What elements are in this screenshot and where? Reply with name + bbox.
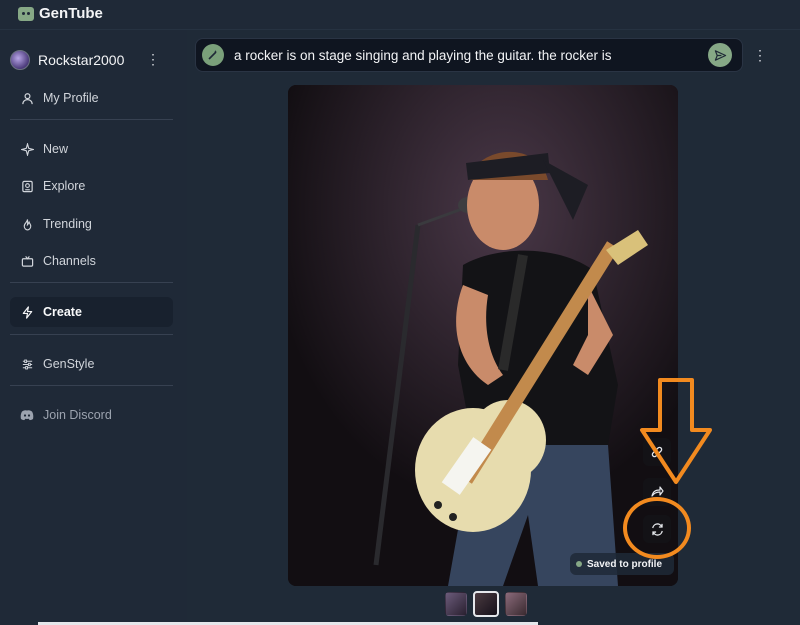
status-dot xyxy=(576,561,582,567)
thumbnail[interactable] xyxy=(505,592,527,616)
thumbnail[interactable] xyxy=(445,592,467,616)
sidebar-item-trending[interactable]: Trending xyxy=(10,209,173,239)
sidebar-item-label: My Profile xyxy=(43,91,99,105)
explore-icon xyxy=(20,179,34,193)
send-icon[interactable] xyxy=(708,43,732,67)
sidebar-item-channels[interactable]: Channels xyxy=(10,246,173,276)
sidebar-item-label: New xyxy=(43,142,69,156)
sidebar-item-explore[interactable]: Explore xyxy=(10,171,173,201)
discord-icon xyxy=(20,408,34,422)
saved-label: Saved to profile xyxy=(587,558,663,570)
sidebar-divider xyxy=(10,119,173,120)
avatar[interactable] xyxy=(10,50,30,70)
sidebar-item-my-profile[interactable]: My Profile xyxy=(10,83,173,113)
tv-icon xyxy=(20,254,34,268)
user-menu[interactable]: Rockstar2000 ⋮ xyxy=(10,48,170,72)
sidebar-item-new[interactable]: New xyxy=(10,134,173,164)
sidebar-item-label: Trending xyxy=(43,217,92,231)
main-content: a rocker is on stage singing and playing… xyxy=(187,30,800,625)
annotation-arrow-icon xyxy=(640,378,712,484)
sidebar-divider xyxy=(10,334,173,335)
sidebar-divider xyxy=(10,282,173,283)
user-options-icon[interactable]: ⋮ xyxy=(146,51,160,67)
app-name: GenTube xyxy=(39,5,103,22)
username: Rockstar2000 xyxy=(38,52,125,68)
thumbnail-strip xyxy=(445,591,527,617)
annotation-circle xyxy=(623,497,691,559)
more-options-icon[interactable]: ⋮ xyxy=(753,47,767,64)
sparkle-icon xyxy=(20,142,34,156)
prompt-bar[interactable]: a rocker is on stage singing and playing… xyxy=(195,38,743,72)
sidebar: Rockstar2000 ⋮ My Profile New Explore Tr… xyxy=(0,30,187,625)
sidebar-item-label: Explore xyxy=(43,179,86,193)
flame-icon xyxy=(20,217,34,231)
sidebar-item-label: GenStyle xyxy=(43,357,95,371)
thumbnail-selected[interactable] xyxy=(473,591,499,617)
tv-logo-icon xyxy=(18,6,34,21)
app-logo[interactable]: GenTube xyxy=(18,5,103,22)
sidebar-item-label: Create xyxy=(43,305,82,319)
sidebar-item-create[interactable]: Create xyxy=(10,297,173,327)
person-icon xyxy=(20,91,34,105)
sidebar-divider xyxy=(10,385,173,386)
top-bar: GenTube xyxy=(0,0,800,30)
sidebar-item-label: Join Discord xyxy=(43,408,112,422)
sidebar-item-label: Channels xyxy=(43,254,96,268)
generated-image[interactable]: Saved to profile xyxy=(288,85,678,586)
bolt-icon xyxy=(20,305,34,319)
sidebar-item-join-discord[interactable]: Join Discord xyxy=(10,400,173,430)
sidebar-item-genstyle[interactable]: GenStyle xyxy=(10,349,173,379)
sliders-icon xyxy=(20,357,34,371)
magic-wand-icon[interactable] xyxy=(202,44,224,66)
rocker-illustration xyxy=(288,85,678,586)
prompt-input[interactable]: a rocker is on stage singing and playing… xyxy=(234,48,708,63)
